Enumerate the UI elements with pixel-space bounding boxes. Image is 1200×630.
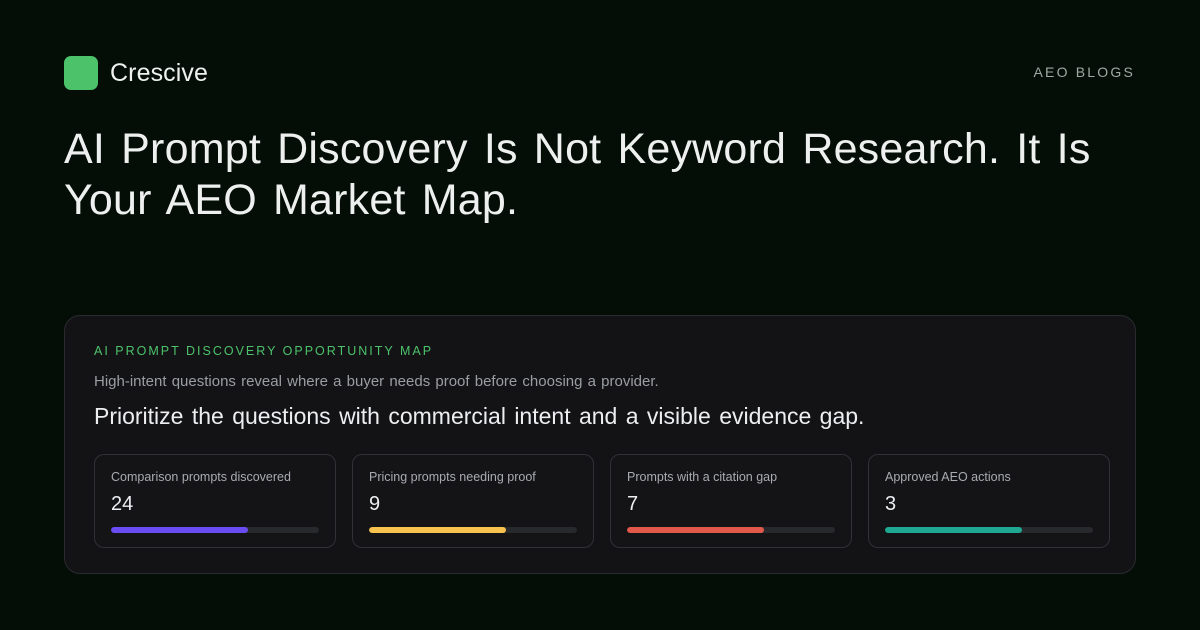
metric-progress-fill xyxy=(369,527,507,533)
card-eyebrow: AI PROMPT DISCOVERY OPPORTUNITY MAP xyxy=(94,344,434,358)
metric-progress-fill xyxy=(111,527,249,533)
metric-label: Comparison prompts discovered xyxy=(111,470,291,484)
metric-value: 7 xyxy=(627,493,639,515)
metric-card-citation-gap: Prompts with a citation gap 7 xyxy=(610,454,852,548)
metric-progress-track xyxy=(627,527,835,533)
metric-card-approved-actions: Approved AEO actions 3 xyxy=(868,454,1110,548)
opportunity-map-card: AI PROMPT DISCOVERY OPPORTUNITY MAP High… xyxy=(64,315,1136,574)
page-title: AI Prompt Discovery Is Not Keyword Resea… xyxy=(64,125,1091,224)
metrics-row: Comparison prompts discovered 24 Pricing… xyxy=(94,454,1110,548)
metric-label: Approved AEO actions xyxy=(885,470,1011,484)
metric-value: 24 xyxy=(111,493,134,515)
metric-progress-track xyxy=(369,527,577,533)
metric-label: Pricing prompts needing proof xyxy=(369,470,536,484)
card-subtitle: High-intent questions reveal where a buy… xyxy=(94,373,659,390)
card-title: Prioritize the questions with commercial… xyxy=(94,403,865,429)
metric-progress-track xyxy=(885,527,1093,533)
metric-value: 9 xyxy=(369,493,381,515)
metric-progress-fill xyxy=(627,527,765,533)
metric-card-pricing: Pricing prompts needing proof 9 xyxy=(352,454,594,548)
metric-label: Prompts with a citation gap xyxy=(627,470,778,484)
og-image: Crescive AEO BLOGS AI Prompt Discovery I… xyxy=(0,0,1200,630)
metric-card-comparison: Comparison prompts discovered 24 xyxy=(94,454,336,548)
metric-value: 3 xyxy=(885,493,897,515)
brand-name: Crescive xyxy=(110,58,209,87)
metric-progress-fill xyxy=(885,527,1023,533)
section-tag[interactable]: AEO BLOGS xyxy=(1034,64,1136,80)
brand-logo-icon xyxy=(64,56,98,90)
brand[interactable]: Crescive xyxy=(64,56,208,90)
metric-progress-track xyxy=(111,527,319,533)
